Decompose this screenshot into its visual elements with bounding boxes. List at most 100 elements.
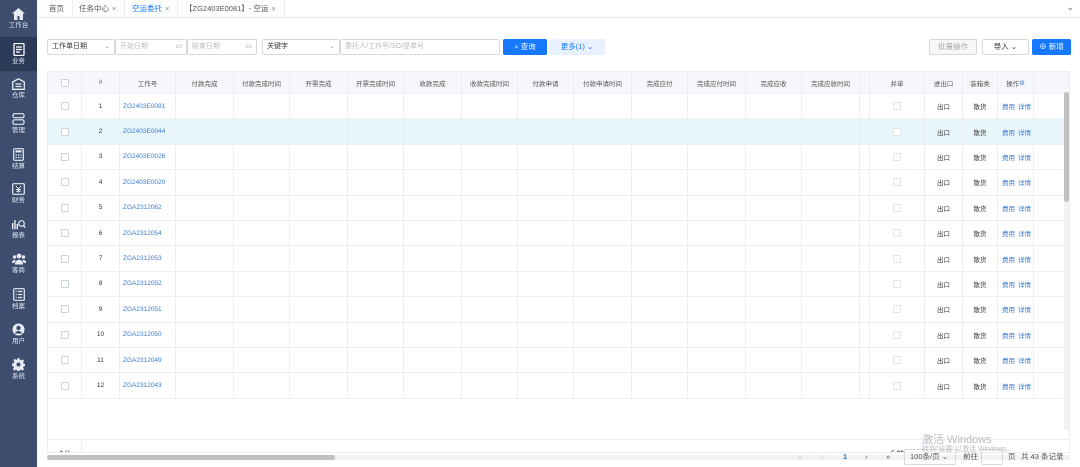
date-type-select[interactable]: 工作单日期 ⌄ bbox=[47, 39, 115, 55]
table-row[interactable]: 12ZGA2312043 出口散货费用详情更多⌄ bbox=[48, 373, 1069, 399]
job-number-link[interactable]: ZGA2312051 bbox=[123, 306, 162, 313]
next-page-icon[interactable]: › bbox=[865, 450, 868, 464]
detail-button[interactable]: 详情 bbox=[1018, 254, 1031, 264]
current-page[interactable]: 1 bbox=[843, 450, 847, 464]
row-checkbox[interactable] bbox=[60, 203, 69, 212]
table-row[interactable]: 3ZG2403E0026 出口散货费用详情更多⌄ bbox=[48, 144, 1069, 171]
column-header-select-all[interactable] bbox=[48, 72, 82, 93]
keyword-input[interactable]: 委托人/工作号/SO/提单号 bbox=[340, 39, 500, 55]
row-checkbox[interactable] bbox=[60, 152, 69, 161]
detail-button[interactable]: 详情 bbox=[1018, 101, 1031, 111]
first-page-icon[interactable]: « bbox=[798, 450, 802, 464]
sidebar-item-system[interactable]: 系统 bbox=[0, 352, 37, 386]
sidebar-item-business[interactable]: 业务 bbox=[0, 37, 37, 71]
row-checkbox[interactable] bbox=[60, 127, 69, 136]
chevron-down-icon[interactable]: ⌄ bbox=[1066, 2, 1074, 13]
detail-button[interactable]: 详情 bbox=[1018, 127, 1031, 137]
sidebar-item-manage[interactable]: 管理 bbox=[0, 107, 37, 141]
import-button[interactable]: 导入 ⌄ bbox=[982, 39, 1029, 55]
scrollbar-thumb[interactable] bbox=[47, 455, 335, 460]
fee-button[interactable]: 费用 bbox=[1002, 177, 1015, 187]
fee-button[interactable]: 费用 bbox=[1002, 355, 1015, 365]
sidebar-item-user[interactable]: 用户 bbox=[0, 317, 37, 351]
job-number-link[interactable]: ZGA2312052 bbox=[123, 280, 162, 287]
scrollbar-thumb[interactable] bbox=[1064, 92, 1069, 202]
row-checkbox[interactable] bbox=[60, 279, 69, 288]
fee-button[interactable]: 费用 bbox=[1002, 254, 1015, 264]
job-number-link[interactable]: ZGA2312054 bbox=[123, 230, 162, 237]
table-row[interactable]: 1ZG2403E0081 出口散货费用详情更多⌄ bbox=[48, 94, 1069, 120]
detail-button[interactable]: 详情 bbox=[1018, 203, 1031, 213]
tab-job-detail[interactable]: 【ZG2403E0081】- 空运 × bbox=[177, 0, 285, 18]
detail-button[interactable]: 详情 bbox=[1018, 152, 1031, 162]
fee-button[interactable]: 费用 bbox=[1002, 228, 1015, 238]
detail-button[interactable]: 详情 bbox=[1018, 355, 1031, 365]
fee-button[interactable]: 费用 bbox=[1002, 127, 1015, 137]
end-date-input[interactable]: 结束日期 ▭ bbox=[187, 39, 257, 55]
sidebar-item-archive[interactable]: 档案 bbox=[0, 282, 37, 316]
job-number-link[interactable]: ZGA2312062 bbox=[123, 204, 162, 211]
tab-home[interactable]: 首页 bbox=[41, 0, 73, 18]
close-icon[interactable]: × bbox=[165, 4, 169, 13]
row-checkbox[interactable] bbox=[60, 381, 69, 390]
job-number-link[interactable]: ZGA2312053 bbox=[123, 255, 162, 262]
fee-button[interactable]: 费用 bbox=[1002, 330, 1015, 340]
sidebar-item-workbench[interactable]: 工作台 bbox=[0, 2, 37, 36]
table-row[interactable]: 4ZG2403E0020 出口散货费用详情更多⌄ bbox=[48, 170, 1069, 196]
sidebar-item-settlement[interactable]: 结算 bbox=[0, 142, 37, 176]
keyword-select[interactable]: 关键字 ⌄ bbox=[262, 39, 340, 55]
tab-air-consign[interactable]: 空运委托 × bbox=[124, 0, 179, 18]
last-page-icon[interactable]: » bbox=[886, 450, 890, 464]
detail-button[interactable]: 详情 bbox=[1018, 177, 1031, 187]
table-row[interactable]: 11ZGA2312049 出口散货费用详情更多⌄ bbox=[48, 348, 1069, 374]
sidebar-item-warehouse[interactable]: 仓库 bbox=[0, 72, 37, 106]
row-checkbox[interactable] bbox=[60, 229, 69, 238]
column-settings-icon[interactable]: ⚙ bbox=[1019, 79, 1025, 87]
select-all-checkbox[interactable] bbox=[60, 78, 69, 87]
row-checkbox[interactable] bbox=[60, 102, 69, 111]
table-row[interactable]: 10ZGA2312050 出口散货费用详情更多⌄ bbox=[48, 322, 1069, 348]
fee-button[interactable]: 费用 bbox=[1002, 101, 1015, 111]
fee-button[interactable]: 费用 bbox=[1002, 152, 1015, 162]
start-date-input[interactable]: 开始日期 ▭ bbox=[115, 39, 187, 55]
table-row[interactable]: 9ZGA2312051 出口散货费用详情更多⌄ bbox=[48, 297, 1069, 323]
tab-task-center[interactable]: 任务中心 × bbox=[71, 0, 126, 18]
detail-button[interactable]: 详情 bbox=[1018, 381, 1031, 391]
sidebar-item-clients[interactable]: 客商 bbox=[0, 247, 37, 281]
job-number-link[interactable]: ZG2403E0020 bbox=[123, 179, 165, 186]
fee-button[interactable]: 费用 bbox=[1002, 304, 1015, 314]
table-row[interactable]: 5ZGA2312062 出口散货费用详情更多⌄ bbox=[48, 195, 1069, 221]
add-new-button[interactable]: ⊕ 新增 bbox=[1032, 39, 1071, 55]
close-icon[interactable]: × bbox=[112, 4, 116, 13]
detail-button[interactable]: 详情 bbox=[1018, 279, 1031, 289]
table-row[interactable]: 8ZGA2312052 出口散货费用详情更多⌄ bbox=[48, 271, 1069, 298]
row-checkbox[interactable] bbox=[60, 356, 69, 365]
sidebar-item-report[interactable]: 报表 bbox=[0, 212, 37, 246]
table-row[interactable]: 7ZGA2312053 出口散货费用详情更多⌄ bbox=[48, 246, 1069, 272]
table-row[interactable]: 6ZGA2312054 出口散货费用详情更多⌄ bbox=[48, 221, 1069, 247]
row-checkbox[interactable] bbox=[60, 330, 69, 339]
row-checkbox[interactable] bbox=[60, 305, 69, 314]
detail-button[interactable]: 详情 bbox=[1018, 304, 1031, 314]
detail-button[interactable]: 详情 bbox=[1018, 228, 1031, 238]
job-number-link[interactable]: ZGA2312049 bbox=[123, 357, 162, 364]
row-checkbox[interactable] bbox=[60, 254, 69, 263]
fee-button[interactable]: 费用 bbox=[1002, 381, 1015, 391]
job-number-link[interactable]: ZGA2312050 bbox=[123, 331, 162, 338]
search-button[interactable]: ⌕ 查询 bbox=[503, 39, 547, 55]
vertical-scrollbar[interactable] bbox=[1064, 92, 1069, 430]
job-number-link[interactable]: ZG2403E0026 bbox=[123, 153, 165, 160]
batch-operation-button[interactable]: 批量操作 bbox=[929, 39, 977, 55]
fee-button[interactable]: 费用 bbox=[1002, 203, 1015, 213]
detail-button[interactable]: 详情 bbox=[1018, 330, 1031, 340]
job-number-link[interactable]: ZG2403E0081 bbox=[123, 103, 165, 110]
fee-button[interactable]: 费用 bbox=[1002, 279, 1015, 289]
prev-page-icon[interactable]: ‹ bbox=[821, 450, 824, 464]
row-checkbox[interactable] bbox=[60, 178, 69, 187]
more-filters-button[interactable]: 更多(1) ⌄ bbox=[549, 39, 605, 55]
close-icon[interactable]: × bbox=[271, 4, 275, 13]
job-number-link[interactable]: ZG2403E0044 bbox=[123, 128, 165, 135]
table-row[interactable]: 2ZG2403E0044 出口散货费用详情更多⌄ bbox=[48, 119, 1069, 145]
sidebar-item-finance[interactable]: 财务 bbox=[0, 177, 37, 211]
job-number-link[interactable]: ZGA2312043 bbox=[123, 382, 162, 389]
